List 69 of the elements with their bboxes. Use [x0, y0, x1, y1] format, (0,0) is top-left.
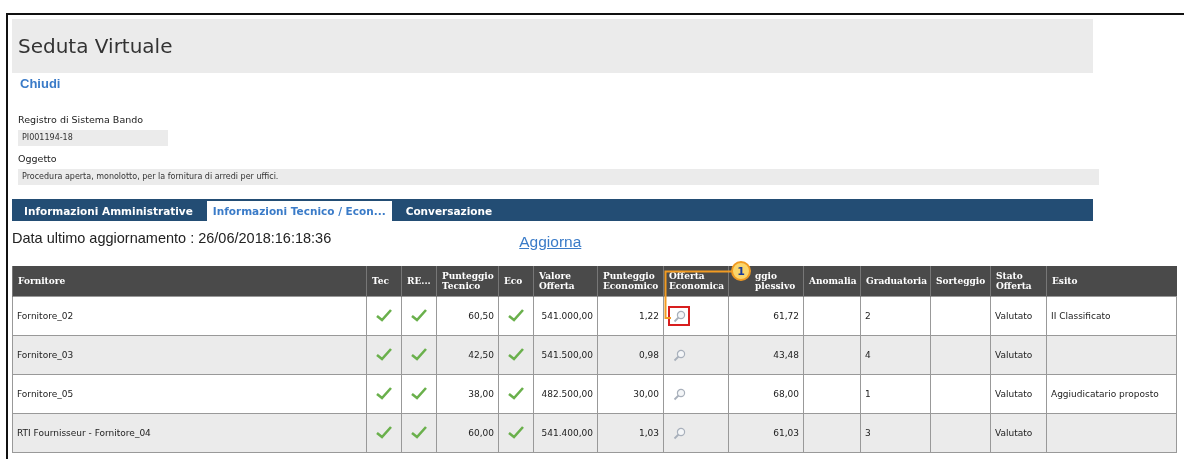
- page-title: Seduta Virtuale: [18, 34, 173, 58]
- step-badge: 1: [731, 261, 751, 281]
- table-cell: Aggiudicatario proposto: [1046, 374, 1177, 414]
- table-cell: 30,00: [597, 374, 664, 414]
- magnifier-icon: [672, 387, 686, 401]
- table-cell: [803, 335, 861, 375]
- table-cell: 3: [860, 413, 931, 453]
- table-cell: 61,72: [728, 296, 804, 336]
- table-cell: [803, 374, 861, 414]
- view-offer-button[interactable]: [668, 306, 690, 326]
- refresh-link[interactable]: Aggiorna: [519, 233, 582, 251]
- column-header: Sorteggio: [930, 266, 991, 297]
- table-cell: 60,50: [436, 296, 499, 336]
- table-cell: 541.500,00: [533, 335, 598, 375]
- column-header: Valore Offerta: [533, 266, 598, 297]
- table-cell: 43,48: [728, 335, 804, 375]
- column-header: Offerta Economica: [663, 266, 729, 297]
- tab[interactable]: Informazioni Tecnico / Econ...: [206, 201, 392, 221]
- table-cell: [803, 413, 861, 453]
- column-header: Tec: [366, 266, 402, 297]
- column-header: Anomalia: [803, 266, 861, 297]
- close-link[interactable]: Chiudi: [20, 76, 61, 91]
- table-cell: 2: [860, 296, 931, 336]
- field-label: Registro di Sistema Bando: [18, 114, 145, 125]
- column-header: Esito: [1046, 266, 1177, 297]
- table-cell: 541.400,00: [533, 413, 598, 453]
- column-header: RE...: [401, 266, 437, 297]
- table-cell: II Classificato: [1046, 296, 1177, 336]
- table-cell: Valutato: [990, 296, 1047, 336]
- table-cell: 60,00: [436, 413, 499, 453]
- table-cell: 61,03: [728, 413, 804, 453]
- table-cell: [930, 296, 991, 336]
- column-header: Fornitore: [12, 266, 367, 297]
- last-update-text: Data ultimo aggiornamento : 26/06/2018:16:18:36: [12, 230, 332, 246]
- field-value: PI001194-18: [18, 130, 168, 146]
- table-cell: [930, 335, 991, 375]
- table-cell: 4: [860, 335, 931, 375]
- table-cell: [930, 413, 991, 453]
- table-cell: Valutato: [990, 335, 1047, 375]
- table-cell: Fornitore_05: [12, 374, 367, 414]
- magnifier-icon: [672, 309, 686, 323]
- magnifier-icon: [672, 426, 686, 440]
- field-label: Oggetto: [18, 153, 58, 164]
- column-header: Punteggio Tecnico: [436, 266, 499, 297]
- magnifier-icon: [672, 348, 686, 362]
- column-header: Punteggio Economico: [597, 266, 664, 297]
- table-cell: 482.500,00: [533, 374, 598, 414]
- table-cell: [930, 374, 991, 414]
- table-cell: Valutato: [990, 374, 1047, 414]
- tab[interactable]: Informazioni Amministrative: [18, 201, 199, 221]
- table-cell: Valutato: [990, 413, 1047, 453]
- field-value: Procedura aperta, monolotto, per la fornitura di arredi per uffici.: [18, 169, 1099, 185]
- leader-line: [664, 270, 733, 320]
- column-header: Graduatoria: [860, 266, 931, 297]
- table-cell: 42,50: [436, 335, 499, 375]
- table-cell: Fornitore_02: [12, 296, 367, 336]
- tab[interactable]: Conversazione: [399, 201, 499, 221]
- table-cell: 68,00: [728, 374, 804, 414]
- table-cell: 1,22: [597, 296, 664, 336]
- table-cell: 1,03: [597, 413, 664, 453]
- column-header: Stato Offerta: [990, 266, 1047, 297]
- table-cell: 1: [860, 374, 931, 414]
- table-cell: Fornitore_03: [12, 335, 367, 375]
- table-cell: [803, 296, 861, 336]
- table-cell: 541.000,00: [533, 296, 598, 336]
- table-cell: RTI Fournisseur - Fornitore_04: [12, 413, 367, 453]
- table-cell: 38,00: [436, 374, 499, 414]
- column-header: Eco: [498, 266, 534, 297]
- table-cell: 0,98: [597, 335, 664, 375]
